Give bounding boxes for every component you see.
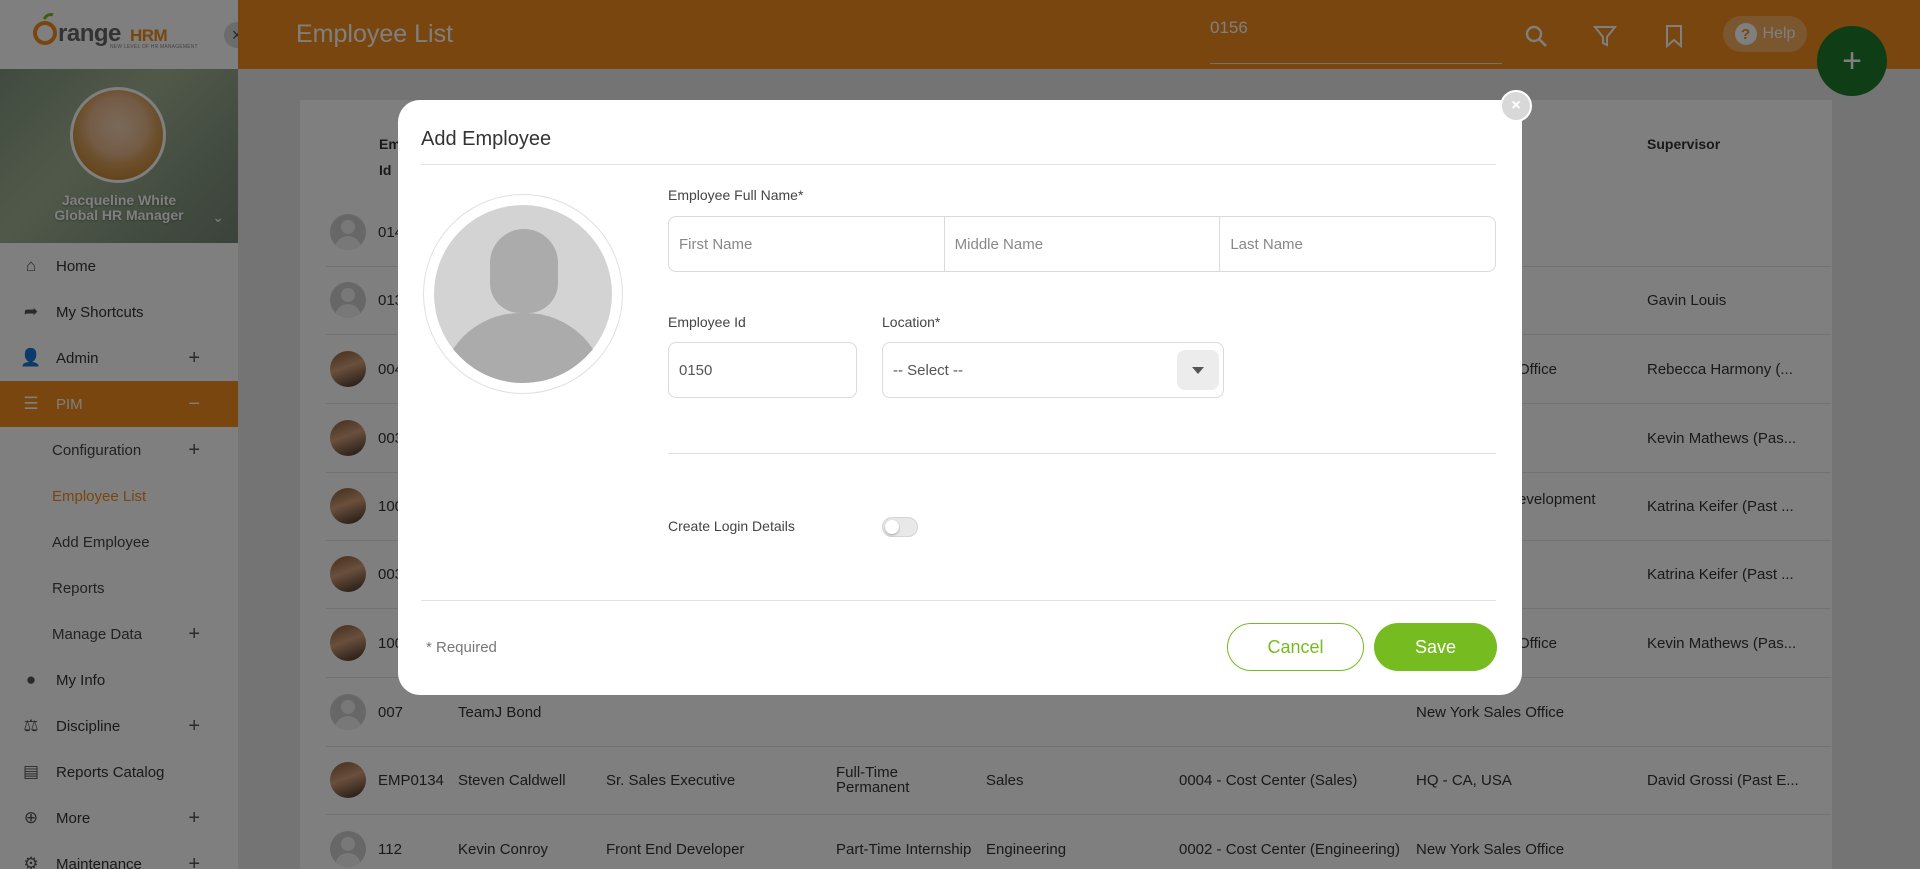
- dialog-title: Add Employee: [421, 128, 552, 150]
- full-name-group: First Name Middle Name Last Name: [668, 216, 1496, 272]
- location-select[interactable]: -- Select --: [882, 342, 1224, 398]
- divider: [668, 453, 1496, 454]
- divider: [421, 600, 1496, 601]
- employee-id-label: Employee Id: [668, 314, 746, 330]
- chevron-down-icon[interactable]: [1177, 350, 1219, 390]
- close-icon[interactable]: ×: [1500, 90, 1532, 122]
- employee-photo-upload[interactable]: [423, 194, 623, 394]
- create-login-toggle[interactable]: [882, 517, 918, 537]
- location-label: Location*: [882, 314, 941, 330]
- create-login-label: Create Login Details: [668, 518, 795, 534]
- middle-name-input[interactable]: Middle Name: [945, 217, 1221, 271]
- cancel-button[interactable]: Cancel: [1227, 623, 1364, 671]
- full-name-label: Employee Full Name*: [668, 187, 804, 203]
- employee-id-input[interactable]: 0150: [668, 342, 857, 398]
- avatar-placeholder-icon: [434, 205, 612, 383]
- save-button[interactable]: Save: [1374, 623, 1497, 671]
- location-selected-value: -- Select --: [893, 361, 964, 379]
- first-name-input[interactable]: First Name: [669, 217, 945, 271]
- required-note: * Required: [426, 639, 497, 656]
- divider: [421, 164, 1496, 165]
- add-employee-dialog: Add Employee Employee Full Name* First N…: [398, 100, 1522, 695]
- last-name-input[interactable]: Last Name: [1220, 217, 1495, 271]
- employee-id-value: 0150: [679, 361, 713, 379]
